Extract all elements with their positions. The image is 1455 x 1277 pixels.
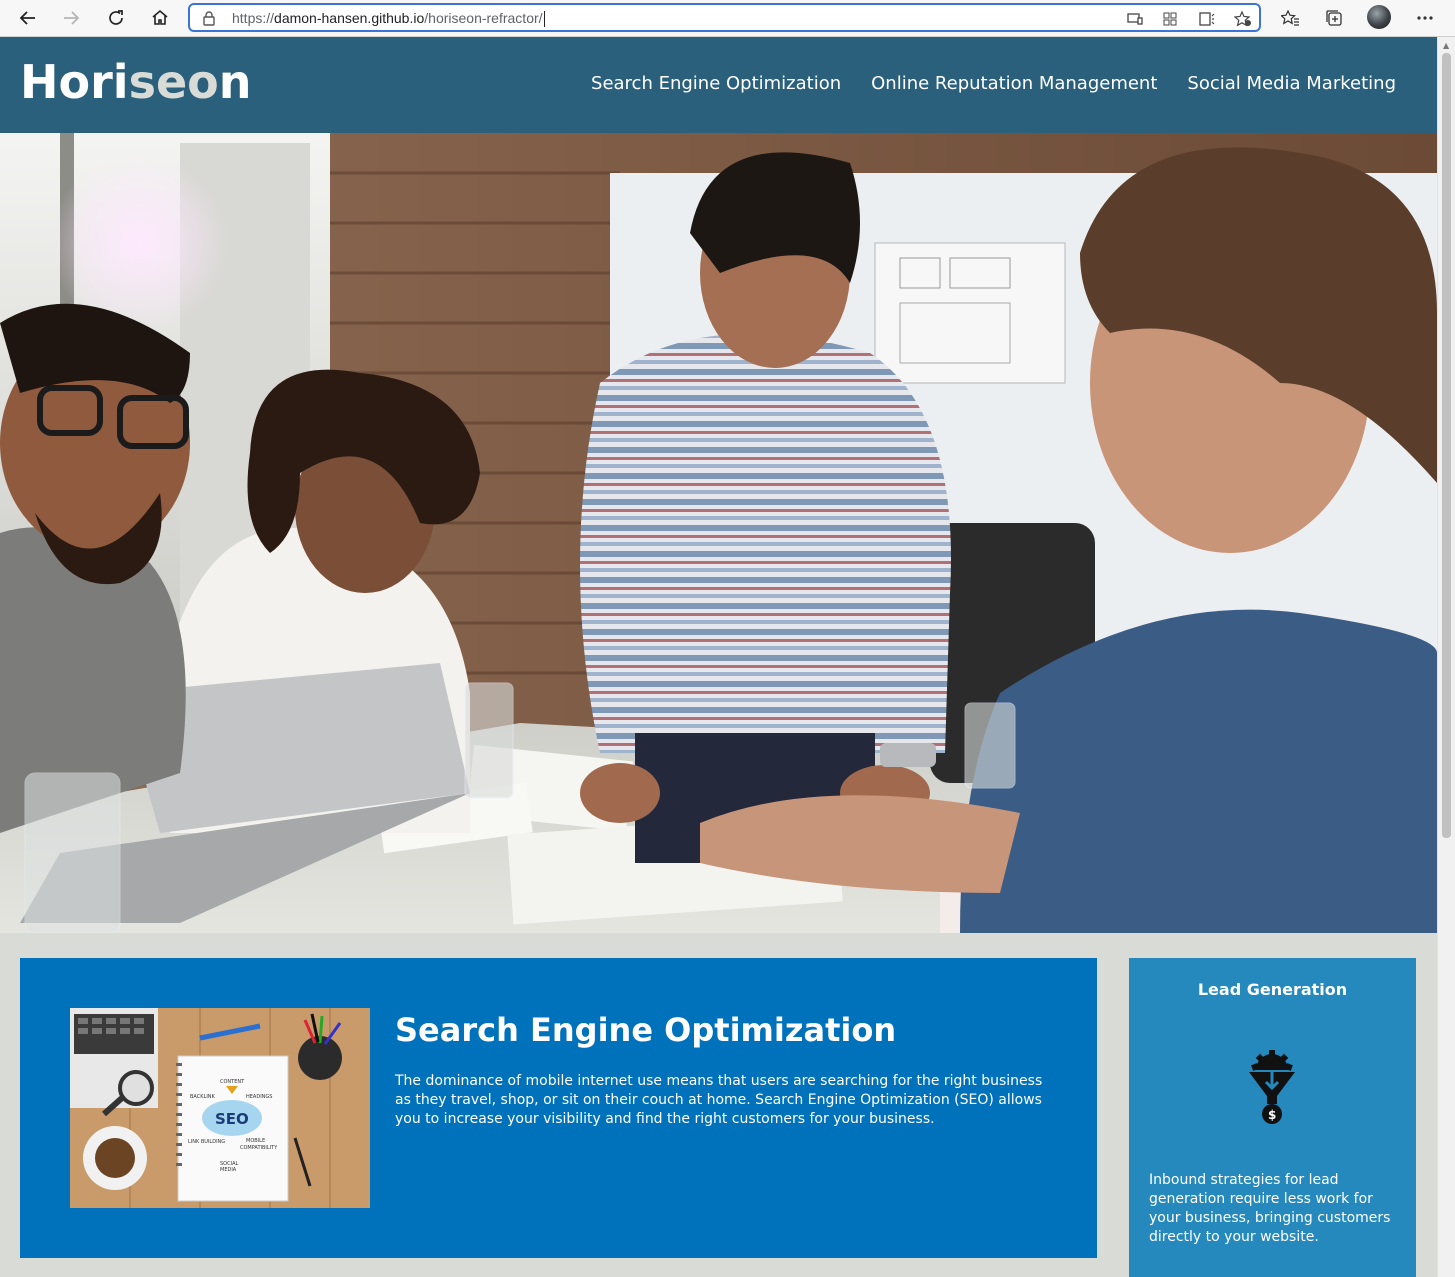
nav-link-seo[interactable]: Search Engine Optimization — [591, 73, 841, 94]
svg-text:CONTENT: CONTENT — [220, 1079, 245, 1085]
read-aloud-icon[interactable] — [1197, 10, 1217, 28]
svg-text:MEDIA: MEDIA — [220, 1167, 237, 1173]
more-menu-icon[interactable] — [1413, 6, 1437, 30]
refresh-icon[interactable] — [101, 4, 131, 32]
favorites-icon[interactable] — [1278, 6, 1302, 30]
lead-generation-card: Lead Generation $ Inbound strategies for… — [1129, 958, 1416, 1277]
site-logo: Horiseon — [20, 55, 252, 109]
address-bar[interactable]: https://damon-hansen.github.io/horiseon-… — [188, 3, 1261, 32]
page-viewport: Horiseon Search Engine Optimization Onli… — [0, 37, 1437, 1277]
main-nav: Search Engine Optimization Online Reputa… — [591, 73, 1396, 94]
home-icon[interactable] — [145, 4, 175, 32]
seo-image: SEO CONTENT BACKLINK HEADINGS LINK BUILDIN… — [70, 1008, 370, 1208]
svg-text:HEADINGS: HEADINGS — [246, 1094, 272, 1100]
profile-avatar[interactable] — [1367, 5, 1391, 29]
page-scrollbar[interactable]: ▲ — [1437, 37, 1455, 1277]
svg-text:SEO: SEO — [215, 1110, 249, 1128]
lead-generation-body: Inbound strategies for lead generation r… — [1149, 1172, 1391, 1245]
scrollbar-thumb[interactable] — [1442, 53, 1451, 838]
nav-link-reputation[interactable]: Online Reputation Management — [871, 73, 1157, 94]
lead-funnel-icon: $ — [1249, 1050, 1295, 1124]
back-icon[interactable] — [13, 4, 43, 32]
forward-icon[interactable] — [56, 4, 86, 32]
lead-generation-title: Lead Generation — [1197, 980, 1348, 999]
scroll-up-icon[interactable]: ▲ — [1443, 41, 1449, 50]
svg-text:LINK BUILDING: LINK BUILDING — [188, 1139, 225, 1145]
hero-image — [0, 133, 1437, 933]
svg-text:COMPATIBILITY: COMPATIBILITY — [240, 1145, 278, 1151]
svg-text:MOBILE: MOBILE — [246, 1138, 265, 1144]
favorite-add-icon[interactable] — [1233, 10, 1253, 28]
collections-icon[interactable] — [1322, 6, 1346, 30]
seo-title: Search Engine Optimization — [395, 1011, 897, 1049]
svg-text:$: $ — [1268, 1108, 1276, 1122]
svg-text:BACKLINK: BACKLINK — [190, 1094, 216, 1100]
lock-icon[interactable] — [202, 10, 216, 26]
apps-grid-icon[interactable] — [1160, 10, 1180, 28]
seo-section: SEO CONTENT BACKLINK HEADINGS LINK BUILDIN… — [20, 958, 1097, 1258]
seo-body: The dominance of mobile internet use mea… — [395, 1073, 1043, 1127]
browser-toolbar: https://damon-hansen.github.io/horiseon-… — [0, 0, 1455, 37]
nav-link-social[interactable]: Social Media Marketing — [1187, 73, 1396, 94]
url-text: https://damon-hansen.github.io/horiseon-… — [232, 10, 545, 28]
install-app-icon[interactable] — [1125, 10, 1145, 28]
site-header: Horiseon Search Engine Optimization Onli… — [0, 37, 1437, 133]
